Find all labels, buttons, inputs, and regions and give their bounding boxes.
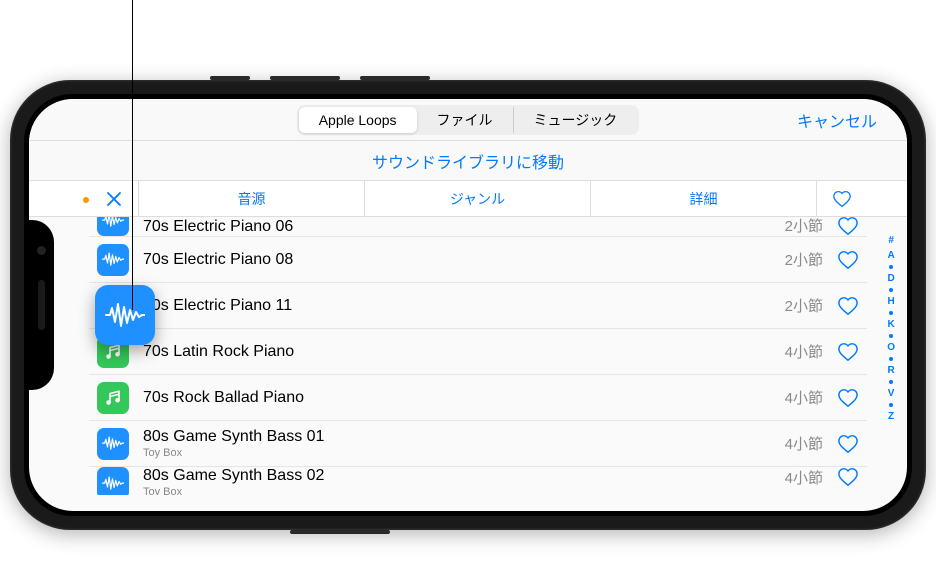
favorite-button[interactable] [837, 217, 859, 236]
loop-drag-handle[interactable] [95, 285, 155, 345]
loop-subtitle: Toy Box [143, 486, 785, 495]
waveform-icon [97, 244, 129, 276]
index-dot[interactable] [889, 265, 893, 269]
favorite-button[interactable] [837, 434, 859, 454]
list-item[interactable]: 70s Latin Rock Piano4小節 [89, 329, 867, 375]
segment-music[interactable]: ミュージック [514, 107, 638, 133]
loop-title: 70s Latin Rock Piano [143, 343, 785, 361]
waveform-icon [97, 428, 129, 460]
waveform-icon [97, 217, 129, 236]
close-icon [106, 191, 122, 207]
index-letter[interactable]: O [887, 341, 895, 354]
segment-files[interactable]: ファイル [417, 107, 514, 133]
loop-title: 80s Game Synth Bass 01 [143, 428, 785, 446]
screen: Apple Loops ファイル ミュージック キャンセル サウンドライブラリに… [29, 99, 907, 511]
heart-icon [832, 190, 852, 208]
loop-list[interactable]: 70s Electric Piano 062小節70s Electric Pia… [29, 217, 907, 495]
loop-subtitle: Toy Box [143, 447, 785, 459]
loop-length: 2小節 [785, 249, 823, 270]
loop-title: 70s Electric Piano 11 [143, 297, 785, 315]
index-letter[interactable]: A [887, 249, 894, 262]
loop-length: 2小節 [785, 295, 823, 316]
index-letter[interactable]: D [887, 272, 894, 285]
cancel-button[interactable]: キャンセル [797, 108, 877, 132]
loop-title: 70s Electric Piano 06 [143, 218, 785, 236]
loop-length: 4小節 [785, 387, 823, 408]
filter-tab-instrument[interactable]: 音源 [139, 181, 365, 216]
index-dot[interactable] [889, 403, 893, 407]
alphabet-index[interactable]: # ADHKORVZ [887, 234, 895, 423]
filter-bar: 音源 ジャンル 詳細 [29, 181, 907, 217]
loop-length: 4小節 [785, 433, 823, 454]
phone-frame: Apple Loops ファイル ミュージック キャンセル サウンドライブラリに… [10, 80, 926, 530]
list-item[interactable]: 80s Game Synth Bass 01Toy Box4小節 [89, 421, 867, 467]
loop-length: 4小節 [785, 341, 823, 362]
waveform-icon [105, 302, 145, 328]
index-dot[interactable] [889, 288, 893, 292]
index-letter[interactable]: Z [888, 410, 894, 423]
list-item[interactable]: 70s Electric Piano 112小節 [89, 283, 867, 329]
filter-tab-genre[interactable]: ジャンル [365, 181, 591, 216]
index-letter[interactable]: R [887, 364, 894, 377]
list-item[interactable]: 70s Rock Ballad Piano4小節 [89, 375, 867, 421]
recording-indicator-dot [83, 197, 89, 203]
list-item[interactable]: 80s Game Synth Bass 02Toy Box4小節 [89, 467, 867, 495]
list-item[interactable]: 70s Electric Piano 062小節 [89, 217, 867, 237]
index-dot[interactable] [889, 334, 893, 338]
loop-title: 70s Rock Ballad Piano [143, 389, 785, 407]
list-item[interactable]: 70s Electric Piano 082小節 [89, 237, 867, 283]
notch [29, 220, 54, 390]
header-bar: Apple Loops ファイル ミュージック キャンセル [29, 99, 907, 141]
loop-title: 80s Game Synth Bass 02 [143, 467, 785, 485]
favorite-button[interactable] [837, 342, 859, 362]
index-dot[interactable] [889, 380, 893, 384]
go-to-sound-library-link[interactable]: サウンドライブラリに移動 [29, 141, 907, 181]
segment-apple-loops[interactable]: Apple Loops [299, 107, 417, 133]
index-letter[interactable]: V [888, 387, 895, 400]
loop-title: 70s Electric Piano 08 [143, 251, 785, 269]
index-dot[interactable] [889, 311, 893, 315]
waveform-icon [97, 467, 129, 495]
index-letter[interactable]: # [888, 234, 894, 247]
filter-tab-descriptors[interactable]: 詳細 [591, 181, 817, 216]
favorite-button[interactable] [837, 296, 859, 316]
favorite-button[interactable] [837, 467, 859, 487]
favorite-button[interactable] [837, 250, 859, 270]
music-note-icon [97, 382, 129, 414]
favorite-button[interactable] [837, 388, 859, 408]
loop-length: 4小節 [785, 467, 823, 488]
index-dot[interactable] [889, 357, 893, 361]
index-letter[interactable]: H [887, 295, 894, 308]
source-segmented-control[interactable]: Apple Loops ファイル ミュージック [297, 105, 640, 135]
index-letter[interactable]: K [887, 318, 894, 331]
loop-length: 2小節 [785, 217, 823, 236]
filter-favorites-button[interactable] [817, 181, 867, 216]
